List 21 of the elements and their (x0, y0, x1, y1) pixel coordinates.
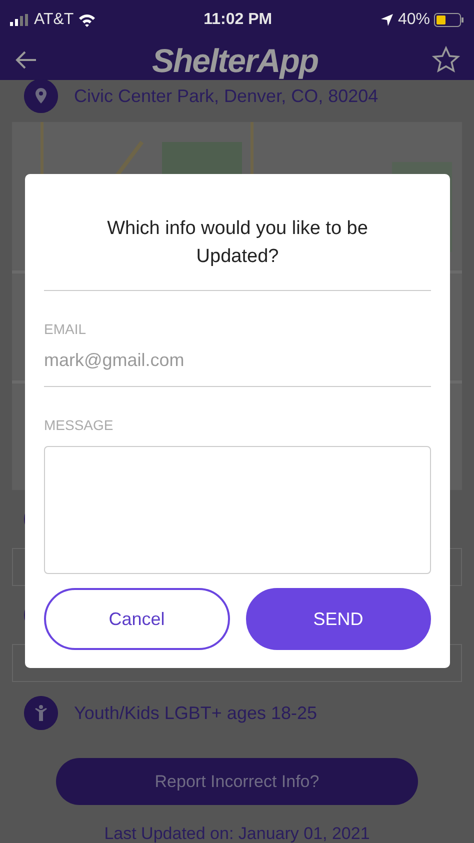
address-text: Civic Center Park, Denver, CO, 80204 (74, 84, 378, 108)
message-field[interactable] (44, 446, 431, 574)
back-arrow-icon[interactable] (14, 50, 38, 70)
field-label: EMAIL (44, 320, 88, 339)
send-button[interactable]: SEND (246, 588, 431, 650)
child-icon (24, 696, 58, 730)
category-text: Youth/Kids LGBT+ ages 18-25 (74, 702, 317, 725)
clock-time: 11:02 PM (204, 10, 272, 30)
report-button[interactable]: Report Incorrect Info? (56, 758, 418, 805)
signal-icon (10, 14, 30, 26)
wifi-icon (78, 13, 96, 27)
last-updated-text: Last Updated on: January 01, 2021 (104, 824, 370, 843)
cancel-button[interactable]: Cancel (44, 588, 230, 650)
location-arrow-icon (380, 13, 394, 27)
app-title: ShelterApp (152, 44, 318, 76)
dialog-title: Which info would you like to be Updated? (106, 217, 369, 269)
field-label: MESSAGE (44, 416, 114, 435)
battery-icon (434, 13, 464, 27)
battery-percent: 40% (398, 10, 430, 30)
star-icon[interactable] (432, 46, 460, 74)
carrier-name: AT&T (34, 10, 74, 30)
